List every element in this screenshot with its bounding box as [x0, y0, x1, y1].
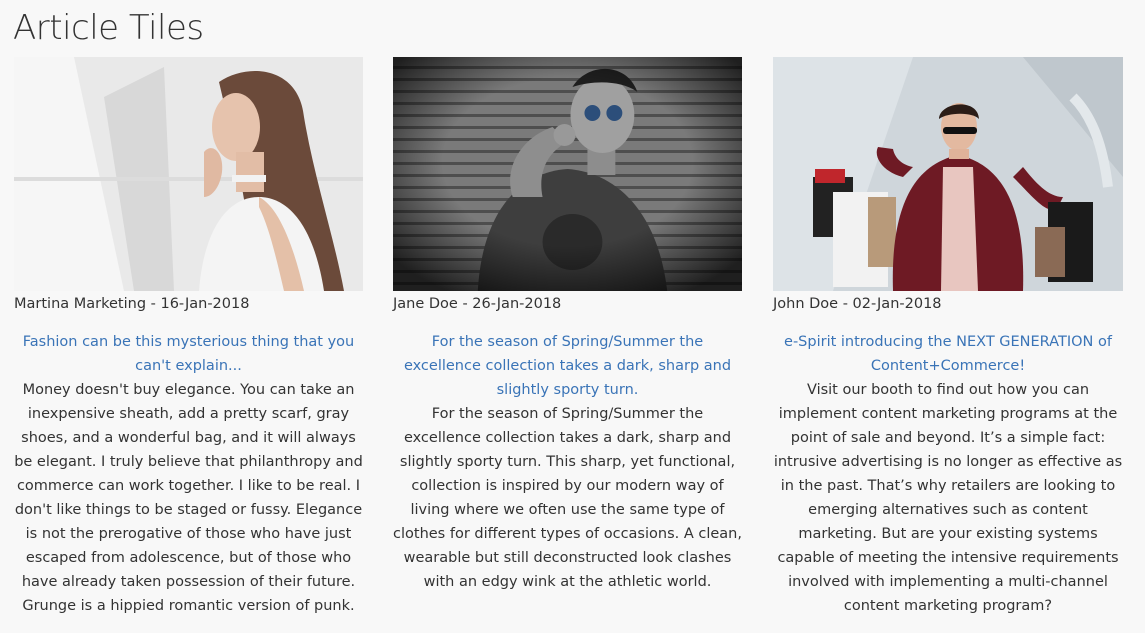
- article-author-date: John Doe - 02-Jan-2018: [773, 296, 942, 312]
- article-headline-link[interactable]: Fashion can be this mysterious thing tha…: [14, 330, 363, 378]
- article-image-woman-portrait[interactable]: [14, 57, 363, 291]
- article-image-man-sunglasses[interactable]: [393, 57, 742, 291]
- article-author-date: Martina Marketing - 16-Jan-2018: [14, 296, 250, 312]
- page-title: Article Tiles: [13, 8, 204, 48]
- article-tile: Jane Doe - 26-Jan-2018 For the season of…: [393, 57, 742, 594]
- article-teaser: For the season of Spring/Summer the exce…: [393, 406, 742, 590]
- article-tile: Martina Marketing - 16-Jan-2018 Fashion …: [14, 57, 363, 618]
- article-headline-link[interactable]: For the season of Spring/Summer the exce…: [393, 330, 742, 402]
- article-image-woman-shopping-bags[interactable]: [773, 57, 1123, 291]
- article-author-date: Jane Doe - 26-Jan-2018: [393, 296, 562, 312]
- article-teaser: Money doesn't buy elegance. You can take…: [14, 382, 363, 614]
- article-teaser: Visit our booth to find out how you can …: [773, 382, 1123, 614]
- article-tile: John Doe - 02-Jan-2018 e-Spirit introduc…: [773, 57, 1123, 618]
- article-headline-link[interactable]: e-Spirit introducing the NEXT GENERATION…: [773, 330, 1123, 378]
